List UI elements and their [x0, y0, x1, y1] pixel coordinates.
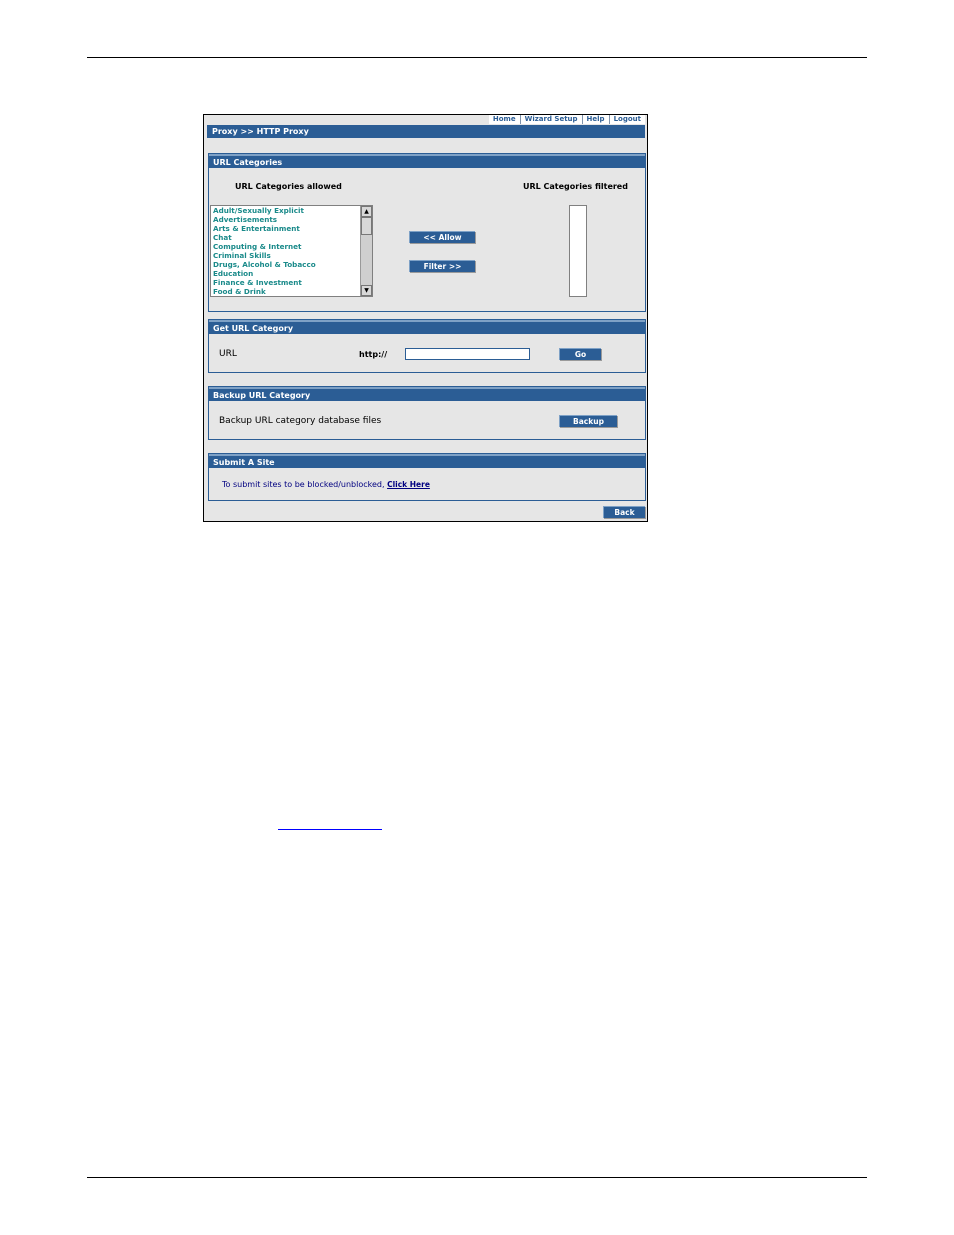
scroll-up-icon[interactable]: ▲ — [361, 206, 372, 217]
url-categories-section: URL Categories URL Categories allowed UR… — [208, 153, 646, 312]
section-title: Backup URL Category — [209, 387, 645, 401]
back-button[interactable]: Back — [603, 506, 645, 518]
backup-description: Backup URL category database files — [219, 416, 382, 426]
proxy-window: Home Wizard Setup Help Logout Proxy >> H… — [203, 114, 648, 522]
submit-a-site-section: Submit A Site To submit sites to be bloc… — [208, 453, 646, 501]
list-item[interactable]: Chat — [211, 233, 372, 242]
filtered-label: URL Categories filtered — [523, 182, 628, 191]
list-scrollbar[interactable]: ▲ ▼ — [360, 206, 372, 296]
page-top-rule — [87, 57, 867, 58]
top-nav: Home Wizard Setup Help Logout — [488, 115, 645, 124]
section-title: Get URL Category — [209, 320, 645, 334]
allowed-categories-list[interactable]: Adult/Sexually Explicit Advertisements Art… — [210, 205, 373, 297]
page-bottom-rule — [87, 1177, 867, 1178]
backup-url-category-section: Backup URL Category Backup URL category … — [208, 386, 646, 440]
section-title: URL Categories — [209, 154, 645, 168]
scroll-down-icon[interactable]: ▼ — [361, 285, 372, 296]
url-label: URL — [219, 349, 237, 359]
filtered-categories-list[interactable] — [569, 205, 587, 297]
allow-button[interactable]: << Allow — [409, 231, 475, 243]
list-item[interactable]: Food & Drink — [211, 287, 372, 296]
click-here-link[interactable]: Click Here — [387, 480, 430, 489]
nav-help-link[interactable]: Help — [581, 115, 609, 124]
nav-home-link[interactable]: Home — [489, 115, 520, 124]
list-item[interactable]: Advertisements — [211, 215, 372, 224]
filter-button[interactable]: Filter >> — [409, 260, 475, 272]
list-item[interactable]: Education — [211, 269, 372, 278]
nav-logout-link[interactable]: Logout — [608, 115, 645, 124]
nav-wizard-setup-link[interactable]: Wizard Setup — [519, 115, 582, 124]
list-item[interactable]: Drugs, Alcohol & Tobacco — [211, 260, 372, 269]
http-prefix: http:// — [359, 350, 388, 359]
list-item[interactable]: Arts & Entertainment — [211, 224, 372, 233]
submit-description: To submit sites to be blocked/unblocked, — [222, 480, 385, 489]
submit-text: To submit sites to be blocked/unblocked,… — [222, 480, 430, 489]
list-item[interactable]: Adult/Sexually Explicit — [211, 206, 372, 215]
section-title: Submit A Site — [209, 454, 645, 468]
breadcrumb: Proxy >> HTTP Proxy — [207, 125, 645, 138]
list-item[interactable]: Computing & Internet — [211, 242, 372, 251]
allowed-label: URL Categories allowed — [235, 182, 342, 191]
list-item[interactable]: Criminal Skills — [211, 251, 372, 260]
link-underline — [278, 829, 382, 830]
url-input[interactable] — [405, 348, 530, 360]
list-item[interactable]: Finance & Investment — [211, 278, 372, 287]
backup-button[interactable]: Backup — [559, 415, 617, 427]
go-button[interactable]: Go — [559, 348, 601, 360]
get-url-category-section: Get URL Category URL http:// Go — [208, 319, 646, 373]
scroll-thumb[interactable] — [361, 217, 372, 235]
